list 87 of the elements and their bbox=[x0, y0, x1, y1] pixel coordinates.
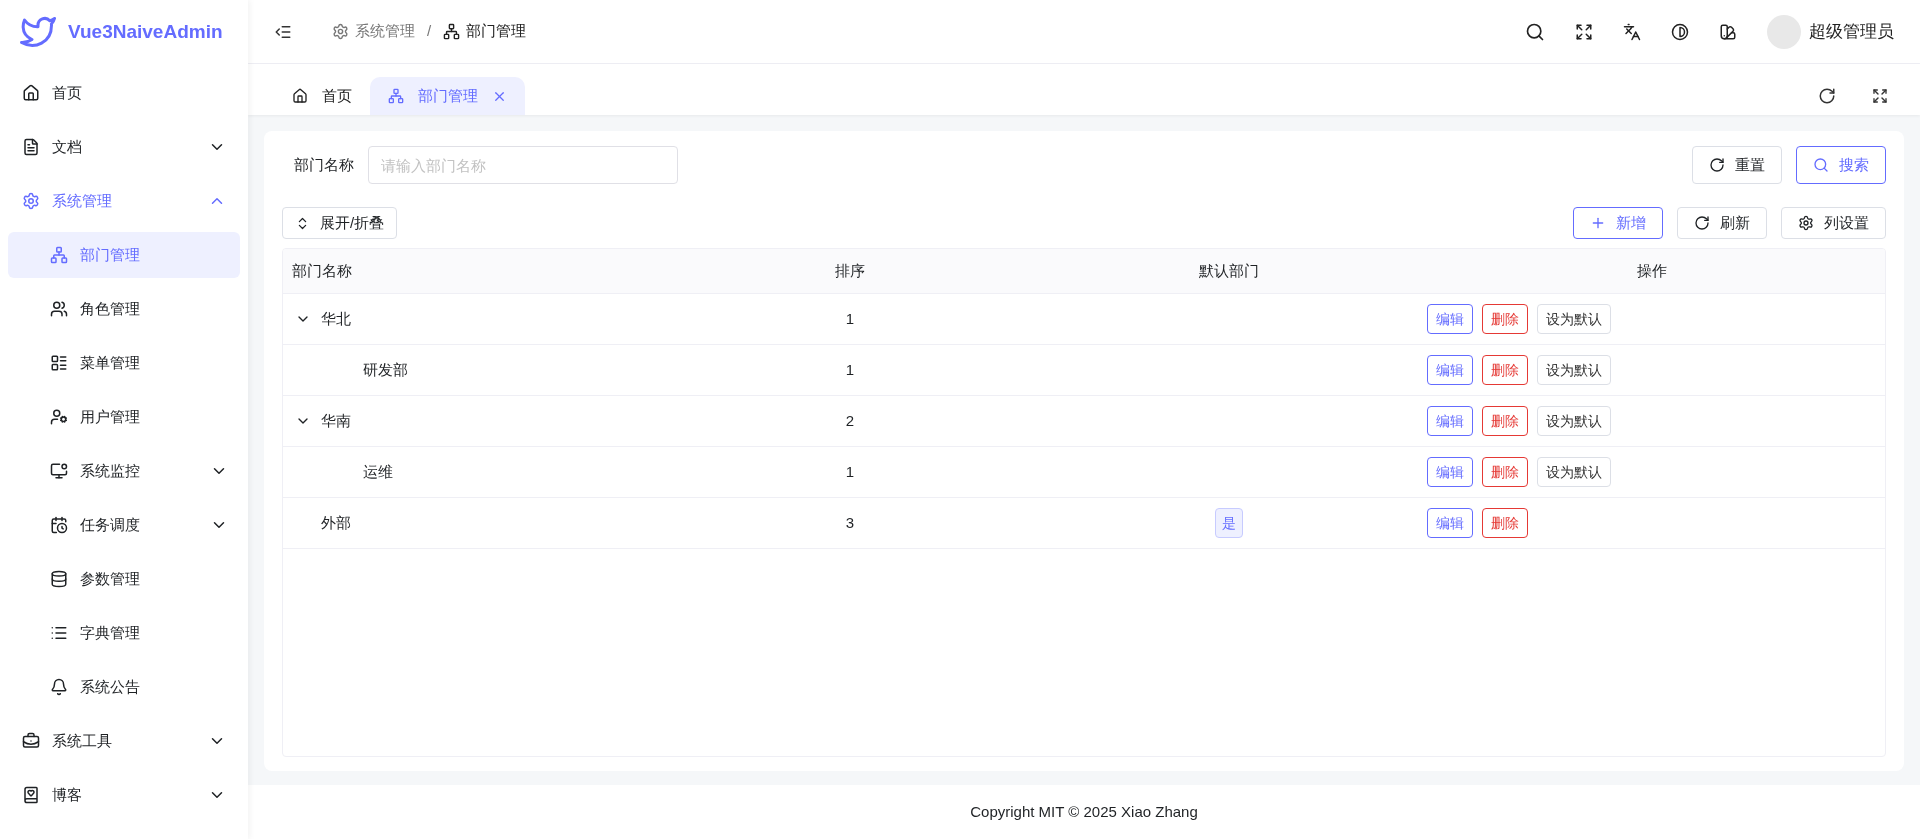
page-tab[interactable]: 部门管理 bbox=[370, 77, 525, 115]
column-header: 部门名称 bbox=[292, 261, 352, 279]
refresh-button[interactable]: 刷新 bbox=[1677, 207, 1767, 239]
edit-button[interactable]: 编辑 bbox=[1427, 457, 1473, 487]
table-cell-text: 运维 bbox=[363, 461, 393, 482]
edit-button[interactable]: 编辑 bbox=[1427, 508, 1473, 538]
column-header: 排序 bbox=[835, 260, 865, 281]
sidebar-item[interactable]: 角色管理 bbox=[8, 286, 240, 332]
user-name[interactable]: 超级管理员 bbox=[1809, 18, 1894, 45]
search-button[interactable]: 搜索 bbox=[1796, 146, 1886, 184]
sidebar-item[interactable]: 系统管理 bbox=[0, 178, 248, 224]
table-cell-text: 1 bbox=[845, 359, 855, 380]
document-icon bbox=[22, 138, 40, 156]
monitor-icon bbox=[50, 462, 68, 480]
edit-button[interactable]: 编辑 bbox=[1427, 406, 1473, 436]
delete-button[interactable]: 删除 bbox=[1482, 406, 1528, 436]
refresh-icon bbox=[1709, 157, 1725, 173]
calendar-clock-icon bbox=[50, 516, 68, 534]
list-icon bbox=[50, 354, 68, 372]
sidebar-item[interactable]: 菜单管理 bbox=[8, 340, 240, 386]
home-icon bbox=[22, 84, 40, 102]
list-icon bbox=[50, 624, 68, 642]
set-default-button[interactable]: 设为默认 bbox=[1537, 304, 1611, 334]
database-icon bbox=[50, 570, 68, 588]
table-cell-text: 2 bbox=[845, 410, 855, 431]
add-button[interactable]: 新增 bbox=[1573, 207, 1663, 239]
breadcrumb-current[interactable]: 部门管理 bbox=[443, 20, 527, 43]
breadcrumb-link[interactable]: 系统管理 bbox=[332, 20, 415, 43]
fullscreen-icon[interactable] bbox=[1575, 22, 1593, 41]
table-cell-text: 1 bbox=[845, 308, 855, 329]
users-icon bbox=[50, 300, 68, 318]
table-cell-text: 华南 bbox=[321, 410, 351, 431]
delete-button[interactable]: 删除 bbox=[1482, 508, 1528, 538]
sidebar-item[interactable]: 字典管理 bbox=[8, 610, 240, 656]
sidebar-item[interactable]: 博客 bbox=[0, 772, 248, 818]
column-header: 操作 bbox=[1636, 260, 1667, 281]
gear-icon bbox=[22, 192, 40, 210]
column-header: 默认部门 bbox=[1199, 260, 1259, 281]
bell-icon bbox=[50, 678, 68, 696]
delete-button[interactable]: 删除 bbox=[1482, 355, 1528, 385]
expand-collapse-button[interactable]: 展开/折叠 bbox=[282, 207, 398, 239]
sidebar-item[interactable]: 用户管理 bbox=[8, 394, 240, 440]
sidebar-item[interactable]: 部门管理 bbox=[8, 232, 240, 278]
sidebar-item[interactable]: 任务调度 bbox=[8, 502, 240, 548]
table-cell-text: 1 bbox=[845, 461, 855, 482]
refresh-icon[interactable] bbox=[1818, 87, 1836, 105]
table-cell-text: 外部 bbox=[321, 512, 351, 533]
toolbox-icon bbox=[22, 732, 40, 750]
gear-icon bbox=[1798, 215, 1814, 231]
set-default-button[interactable]: 设为默认 bbox=[1537, 406, 1611, 436]
copyright-text: Copyright MIT © 2025 Xiao Zhang bbox=[970, 801, 1198, 822]
palette-icon[interactable] bbox=[1719, 22, 1737, 41]
gear-icon bbox=[332, 23, 349, 40]
default-tag: 是 bbox=[1215, 508, 1243, 538]
bird-logo-icon bbox=[20, 14, 56, 50]
table-cell-text: 华北 bbox=[321, 308, 351, 329]
field-label: 部门名称 bbox=[294, 154, 354, 175]
search-icon bbox=[1813, 157, 1829, 173]
reset-button[interactable]: 重置 bbox=[1692, 146, 1782, 184]
home-icon bbox=[292, 88, 308, 104]
sidebar-item[interactable]: 系统工具 bbox=[0, 718, 248, 764]
input-field[interactable]: 请输入部门名称 bbox=[368, 146, 678, 184]
sidebar-item[interactable]: 首页 bbox=[0, 70, 248, 116]
set-default-button[interactable]: 设为默认 bbox=[1537, 457, 1611, 487]
settings-button[interactable]: 列设置 bbox=[1781, 207, 1886, 239]
breadcrumb-separator: / bbox=[427, 21, 432, 42]
table-cell-text: 3 bbox=[845, 512, 855, 533]
search-icon[interactable] bbox=[1525, 21, 1545, 42]
translate-icon[interactable] bbox=[1623, 22, 1641, 41]
set-default-button[interactable]: 设为默认 bbox=[1537, 355, 1611, 385]
sidebar-item[interactable]: 文档 bbox=[0, 124, 248, 170]
delete-button[interactable]: 删除 bbox=[1482, 304, 1528, 334]
edit-button[interactable]: 编辑 bbox=[1427, 304, 1473, 334]
sidebar-item[interactable]: 系统公告 bbox=[8, 664, 240, 710]
fullscreen-icon[interactable] bbox=[1872, 88, 1888, 104]
sidebar-item[interactable]: 系统监控 bbox=[8, 448, 240, 494]
user-gear-icon bbox=[50, 408, 68, 426]
page-tab[interactable]: 首页 bbox=[274, 77, 370, 115]
refresh-icon bbox=[1694, 215, 1710, 231]
bookmark-icon bbox=[22, 786, 40, 804]
sidebar-item[interactable]: 参数管理 bbox=[8, 556, 240, 602]
app-logo-text: Vue3NaiveAdmin bbox=[68, 19, 223, 44]
edit-button[interactable]: 编辑 bbox=[1427, 355, 1473, 385]
theme-toggle-icon[interactable] bbox=[1671, 22, 1689, 41]
plus-icon bbox=[1590, 215, 1606, 231]
delete-button[interactable]: 删除 bbox=[1482, 457, 1528, 487]
table-cell-text: 研发部 bbox=[363, 359, 408, 380]
